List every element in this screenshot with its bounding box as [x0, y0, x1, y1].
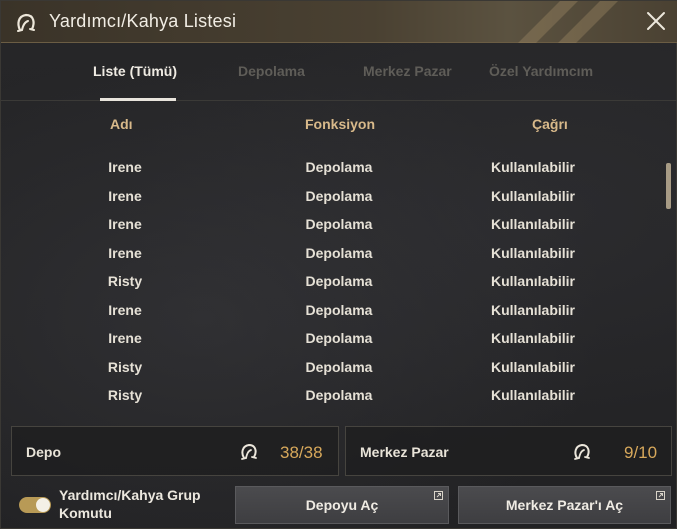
row-call-status: Kullanılabilir: [490, 301, 575, 318]
open-central-market-label: Merkez Pazar'ı Aç: [505, 497, 624, 513]
tab-central-market[interactable]: Merkez Pazar: [363, 63, 452, 79]
row-name: Irene: [108, 159, 142, 175]
table-row[interactable]: Irene Depolama Kullanılabilir: [1, 153, 661, 181]
row-call-status: Kullanılabilir: [490, 187, 575, 204]
tab-bar: Liste (Tümü) Depolama Merkez Pazar Özel …: [1, 43, 677, 101]
scrollbar-thumb[interactable]: [666, 163, 671, 209]
row-name: Risty: [107, 358, 143, 375]
row-function: Depolama: [305, 301, 373, 318]
column-header-name: Adı: [110, 116, 133, 132]
open-storage-button[interactable]: Depoyu Aç: [235, 486, 449, 524]
row-function: Depolama: [305, 273, 373, 289]
central-market-count: 9/10: [624, 443, 658, 462]
open-storage-label: Depoyu Aç: [305, 497, 379, 513]
row-call-status: Kullanılabilir: [490, 387, 575, 403]
window-title: Yardımcı/Kahya Listesi: [49, 11, 237, 31]
external-open-icon: [656, 491, 665, 500]
row-function: Depolama: [305, 216, 373, 232]
table-row[interactable]: Irene Depolama Kullanılabilir: [1, 182, 661, 210]
row-name: Risty: [107, 387, 143, 403]
row-name: Irene: [108, 330, 142, 346]
table-row[interactable]: Irene Depolama Kullanılabilir: [1, 324, 661, 352]
row-function: Depolama: [305, 159, 373, 175]
tab-list-all[interactable]: Liste (Tümü): [93, 63, 177, 79]
row-function: Depolama: [305, 358, 373, 375]
row-call-status: Kullanılabilir: [490, 358, 575, 375]
row-name: Irene: [108, 244, 142, 261]
column-header-function: Fonksiyon: [305, 116, 376, 132]
active-tab-indicator: [100, 98, 176, 101]
external-open-icon: [434, 491, 443, 500]
tab-my-special-helper[interactable]: Özel Yardımcım: [489, 63, 593, 79]
row-name: Irene: [108, 216, 142, 232]
helper-list-window: Yardımcı/Kahya Listesi Liste (Tümü) Depo…: [0, 0, 677, 529]
helper-head-icon: [574, 443, 590, 460]
storage-panel: Depo 38/38: [11, 426, 339, 476]
table-row[interactable]: Irene Depolama Kullanılabilir: [1, 210, 661, 238]
storage-label: Depo: [26, 444, 61, 460]
table-row[interactable]: Risty Depolama Kullanılabilir: [1, 353, 661, 381]
helper-head-icon: [241, 443, 257, 460]
row-function: Depolama: [305, 330, 373, 346]
title-bar[interactable]: Yardımcı/Kahya Listesi: [1, 1, 677, 43]
row-call-status: Kullanılabilir: [490, 273, 575, 289]
row-function: Depolama: [305, 387, 373, 403]
toggle-knob: [36, 498, 50, 512]
storage-count: 38/38: [280, 443, 323, 462]
table-row[interactable]: Irene Depolama Kullanılabilir: [1, 296, 661, 324]
row-function: Depolama: [305, 187, 373, 204]
row-name: Risty: [107, 273, 143, 289]
close-icon[interactable]: [644, 9, 668, 33]
row-call-status: Kullanılabilir: [490, 216, 575, 232]
group-command-label: Yardımcı/Kahya Grup Komutu: [59, 487, 201, 521]
central-market-label: Merkez Pazar: [360, 444, 449, 460]
group-command-toggle[interactable]: [19, 497, 51, 513]
table-row[interactable]: Risty Depolama Kullanılabilir: [1, 267, 661, 295]
central-market-panel: Merkez Pazar 9/10: [345, 426, 672, 476]
tab-storage[interactable]: Depolama: [238, 63, 305, 79]
title-decoration: [518, 1, 618, 43]
row-name: Irene: [108, 301, 142, 318]
table-row[interactable]: Irene Depolama Kullanılabilir: [1, 239, 661, 267]
row-call-status: Kullanılabilir: [490, 159, 575, 175]
open-central-market-button[interactable]: Merkez Pazar'ı Aç: [458, 486, 671, 524]
helper-table: Irene Depolama Kullanılabilir Irene Depo…: [1, 153, 661, 413]
row-call-status: Kullanılabilir: [490, 244, 575, 261]
row-name: Irene: [108, 187, 142, 204]
helper-head-icon: [17, 13, 35, 32]
column-header-call: Çağrı: [532, 116, 568, 132]
row-call-status: Kullanılabilir: [490, 330, 575, 346]
row-function: Depolama: [305, 244, 373, 261]
table-row[interactable]: Risty Depolama Kullanılabilir: [1, 381, 661, 409]
